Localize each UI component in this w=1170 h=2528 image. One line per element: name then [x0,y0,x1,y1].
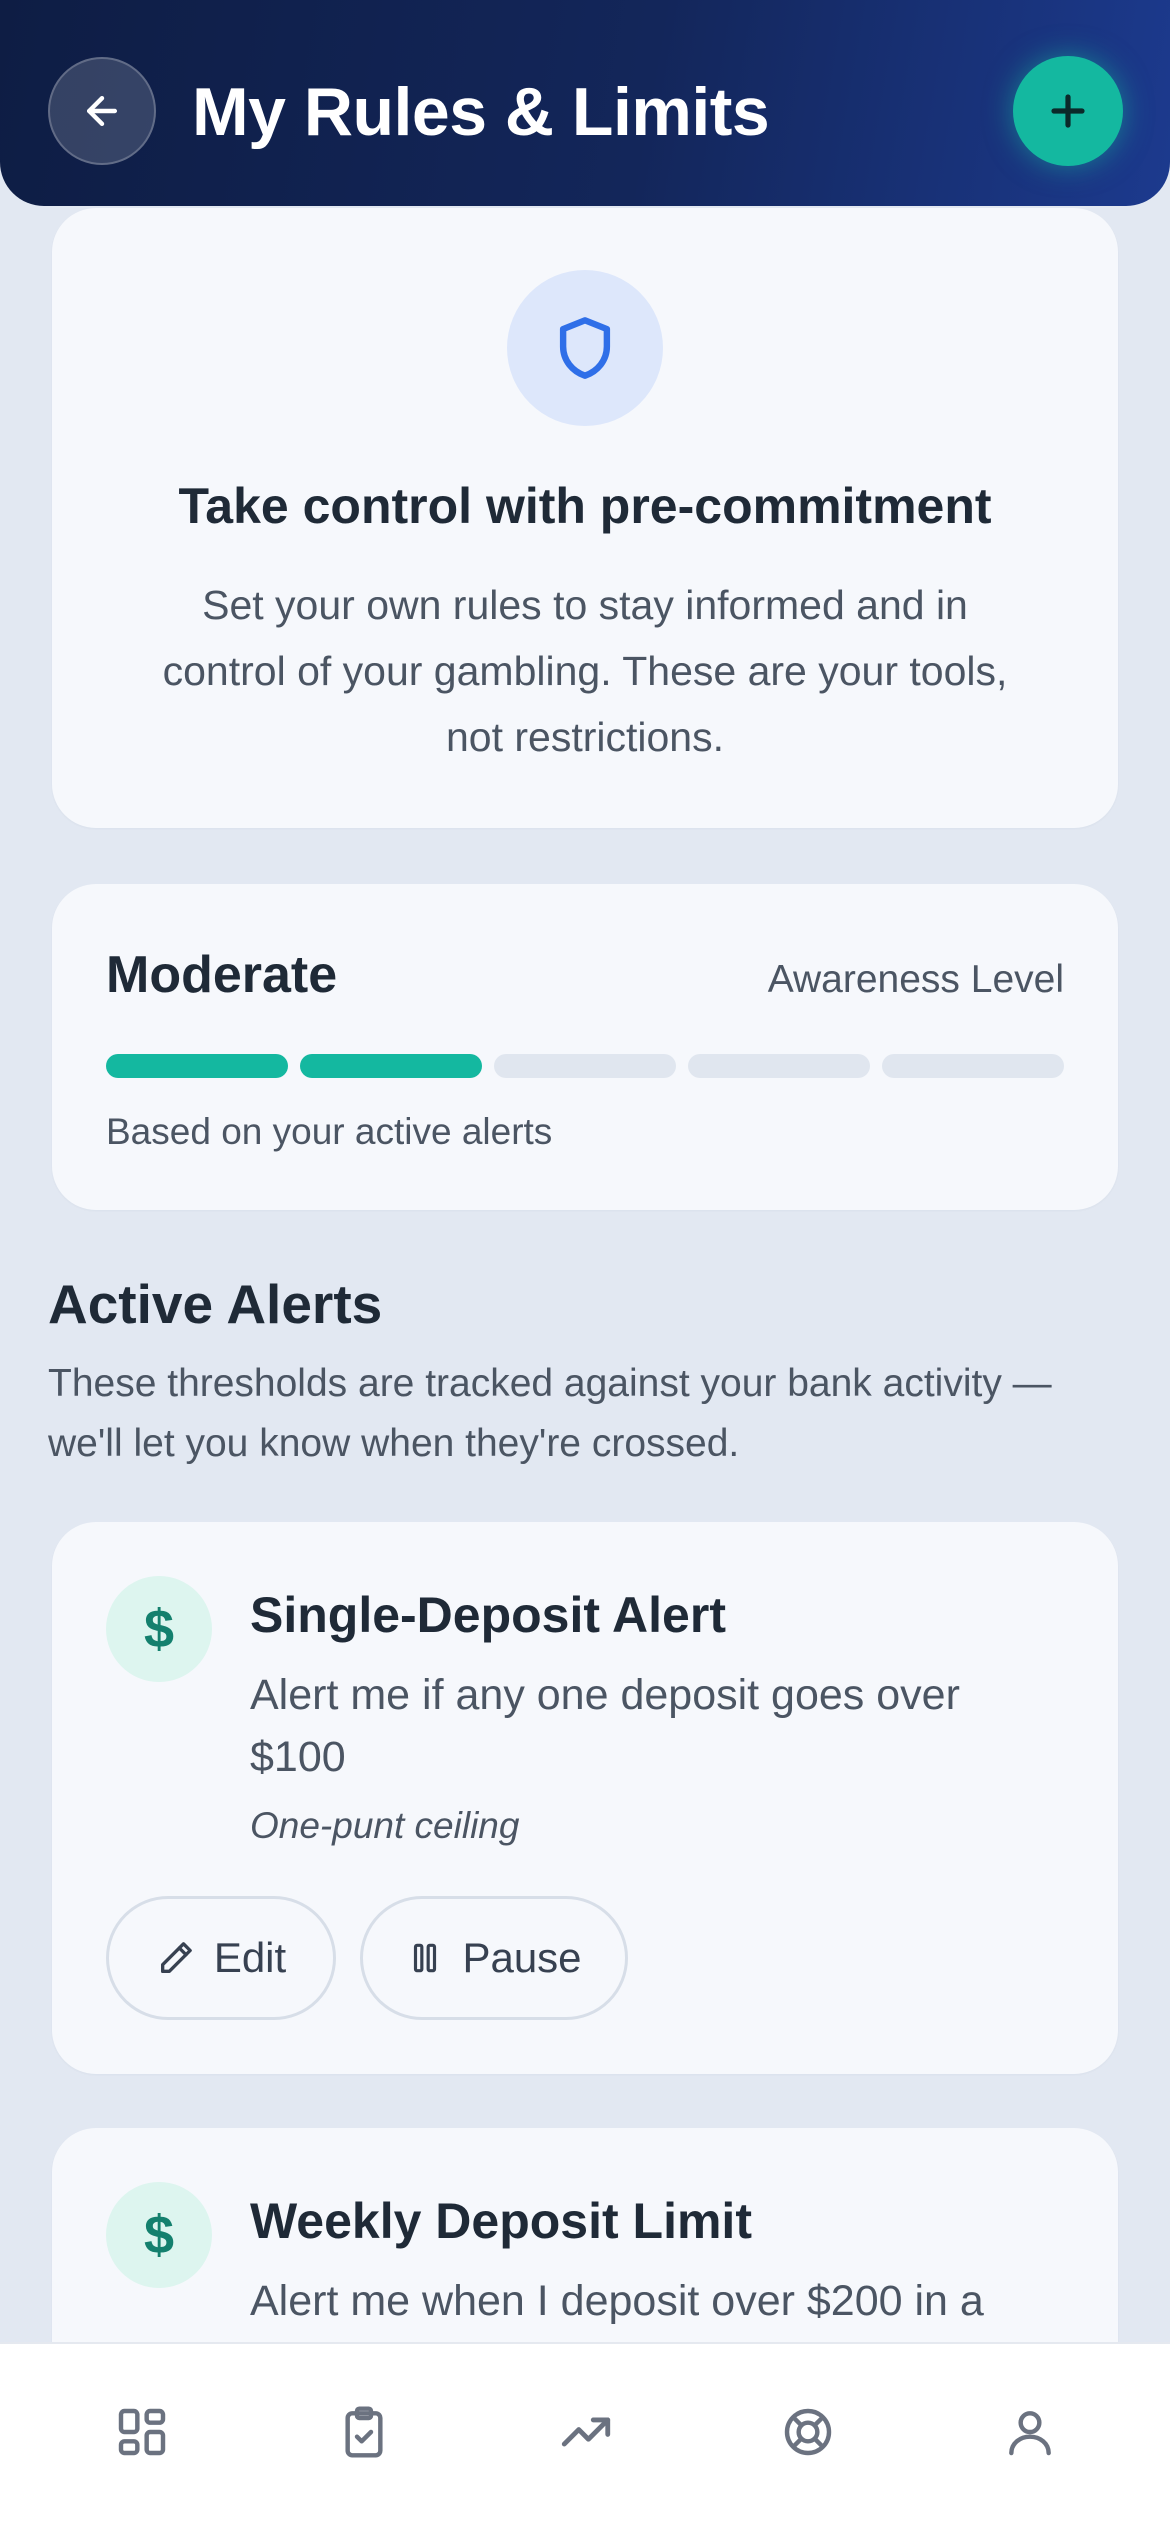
pause-button[interactable]: Pause [360,1896,628,2020]
nav-rules[interactable] [324,2392,404,2472]
nav-support[interactable] [768,2392,848,2472]
nav-dashboard[interactable] [102,2392,182,2472]
bottom-nav [0,2342,1170,2528]
edit-button[interactable]: Edit [106,1896,336,2020]
arrow-left-icon [86,95,118,127]
awareness-segment [688,1054,870,1078]
awareness-progress [106,1054,1064,1078]
dollar-icon: $ [106,2182,212,2288]
page-title: My Rules & Limits [192,74,770,150]
nav-insights[interactable] [546,2392,626,2472]
pause-icon [414,1943,437,1973]
plus-icon [1051,94,1085,128]
user-icon [1009,2411,1051,2456]
add-rule-button[interactable] [1013,56,1123,166]
active-alerts-title: Active Alerts [48,1273,383,1335]
edit-label: Edit [213,1934,287,1981]
back-button[interactable] [48,57,156,165]
nav-profile[interactable] [990,2392,1070,2472]
awareness-level-value: Moderate [106,946,338,1004]
alert-title: Weekly Deposit Limit [250,2193,752,2249]
alert-description: Alert me when I deposit over $200 in a [250,2277,984,2325]
awareness-segment [300,1054,482,1078]
shield-icon [559,317,611,379]
alert-tag: One-punt ceiling [250,1805,520,1846]
trending-up-icon [561,2417,611,2447]
pause-label: Pause [462,1934,582,1981]
intro-heading: Take control with pre-commitment [178,478,992,534]
alert-description: Alert me if any one deposit goes over $1… [250,1671,960,1781]
intro-body: Set your own rules to stay informed and … [162,582,1008,760]
awareness-segment [106,1054,288,1078]
awareness-note: Based on your active alerts [106,1111,553,1152]
clipboard-check-icon [345,2406,383,2458]
alert-title: Single-Deposit Alert [250,1587,726,1643]
intro-card: Take control with pre-commitment Set you… [52,208,1118,828]
dashboard-icon [118,2408,166,2456]
alert-card[interactable]: $ Single-Deposit Alert Alert me if any o… [52,1522,1118,2074]
dollar-icon: $ [106,1576,212,1682]
rules-limits-screen: My Rules & Limits Take control with pre-… [0,0,1170,2528]
lifebuoy-icon [784,2408,832,2456]
awareness-segment [494,1054,676,1078]
shield-badge [507,270,663,426]
awareness-level-caption: Awareness Level [767,958,1064,1001]
pencil-icon [160,1942,192,1973]
app-header: My Rules & Limits [0,0,1170,206]
active-alerts-description: These thresholds are tracked against you… [48,1362,1052,1465]
awareness-segment [882,1054,1064,1078]
awareness-card: Moderate Awareness Level Based on your a… [52,884,1118,1210]
